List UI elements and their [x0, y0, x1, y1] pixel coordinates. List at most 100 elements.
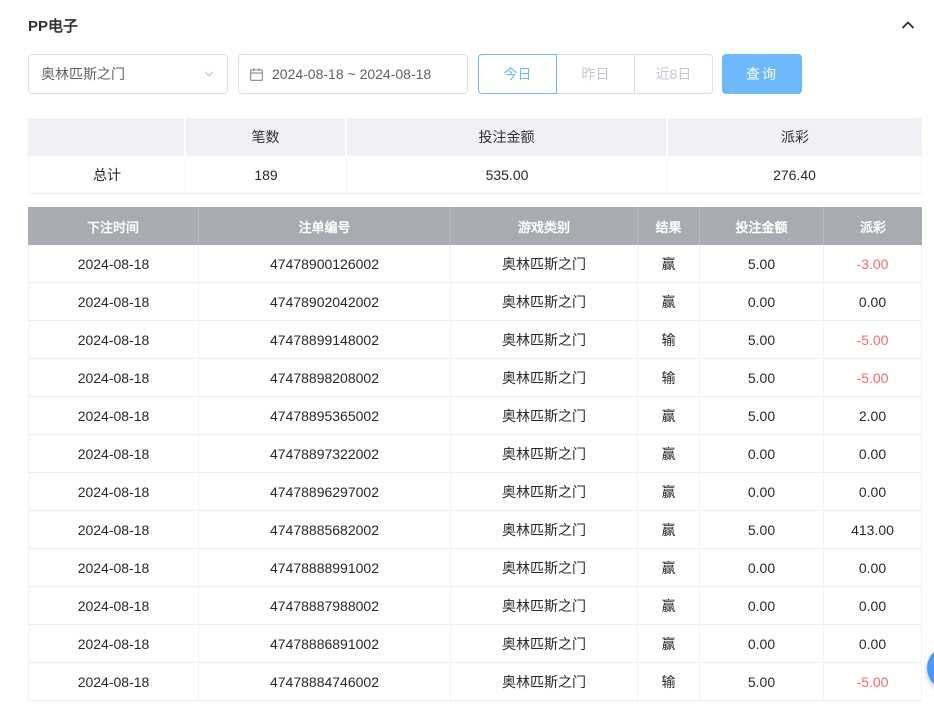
- bet-header-payout: 派彩: [824, 207, 922, 245]
- result-cell: 赢: [638, 473, 700, 511]
- summary-total-count: 189: [186, 156, 347, 194]
- payout-cell: -5.00: [824, 663, 922, 701]
- game-type-cell: 奥林匹斯之门: [451, 245, 638, 283]
- game-type-cell: 奥林匹斯之门: [451, 321, 638, 359]
- bet-table-row: 2024-08-1847478902042002奥林匹斯之门赢0.000.00: [28, 283, 922, 321]
- bet-header-bet-amount: 投注金额: [700, 207, 824, 245]
- bet-table-row: 2024-08-1847478897322002奥林匹斯之门赢0.000.00: [28, 435, 922, 473]
- bet-time-cell: 2024-08-18: [28, 245, 199, 283]
- bet-time-cell: 2024-08-18: [28, 587, 199, 625]
- game-type-cell: 奥林匹斯之门: [451, 511, 638, 549]
- bet-amount-cell: 0.00: [700, 625, 824, 663]
- pp-games-panel: PP电子 奥林匹斯之门: [0, 0, 934, 701]
- bet-amount-cell: 5.00: [700, 245, 824, 283]
- payout-cell: 0.00: [824, 587, 922, 625]
- game-type-cell: 奥林匹斯之门: [451, 587, 638, 625]
- game-type-cell: 奥林匹斯之门: [451, 473, 638, 511]
- bet-header-game-type: 游戏类别: [451, 207, 638, 245]
- quick-filter-group: 今日 昨日 近8日: [478, 54, 713, 94]
- bet-time-cell: 2024-08-18: [28, 435, 199, 473]
- result-cell: 赢: [638, 435, 700, 473]
- result-cell: 赢: [638, 625, 700, 663]
- bet-table-body: 2024-08-1847478900126002奥林匹斯之门赢5.00-3.00…: [28, 245, 922, 701]
- result-cell: 输: [638, 359, 700, 397]
- result-cell: 赢: [638, 283, 700, 321]
- payout-cell: 0.00: [824, 283, 922, 321]
- game-type-cell: 奥林匹斯之门: [451, 283, 638, 321]
- game-type-cell: 奥林匹斯之门: [451, 397, 638, 435]
- bet-table-row: 2024-08-1847478885682002奥林匹斯之门赢5.00413.0…: [28, 511, 922, 549]
- game-type-cell: 奥林匹斯之门: [451, 359, 638, 397]
- bet-table-header-row: 下注时间 注单编号 游戏类别 结果 投注金额 派彩: [28, 207, 922, 245]
- summary-table: 笔数 投注金额 派彩 总计 189 535.00 276.40: [28, 118, 922, 194]
- panel-header: PP电子: [28, 14, 922, 36]
- bet-time-cell: 2024-08-18: [28, 511, 199, 549]
- calendar-icon: [249, 67, 264, 82]
- result-cell: 输: [638, 663, 700, 701]
- game-type-cell: 奥林匹斯之门: [451, 663, 638, 701]
- chevron-up-icon[interactable]: [900, 17, 916, 33]
- bet-amount-cell: 0.00: [700, 473, 824, 511]
- bet-id-cell: 47478886891002: [199, 625, 451, 663]
- summary-total-row: 总计 189 535.00 276.40: [28, 156, 922, 194]
- payout-cell: 2.00: [824, 397, 922, 435]
- quick-filter-recent8days[interactable]: 近8日: [634, 54, 713, 94]
- summary-header-bet-amount: 投注金额: [347, 118, 668, 156]
- summary-total-bet-amount: 535.00: [347, 156, 668, 194]
- summary-header-payout: 派彩: [668, 118, 922, 156]
- bet-id-cell: 47478885682002: [199, 511, 451, 549]
- bet-id-cell: 47478898208002: [199, 359, 451, 397]
- payout-cell: -5.00: [824, 321, 922, 359]
- bet-amount-cell: 5.00: [700, 663, 824, 701]
- bet-id-cell: 47478902042002: [199, 283, 451, 321]
- bet-id-cell: 47478888991002: [199, 549, 451, 587]
- bet-table-row: 2024-08-1847478898208002奥林匹斯之门输5.00-5.00: [28, 359, 922, 397]
- bet-time-cell: 2024-08-18: [28, 321, 199, 359]
- game-select-value: 奥林匹斯之门: [41, 64, 125, 84]
- bet-time-cell: 2024-08-18: [28, 397, 199, 435]
- bet-amount-cell: 0.00: [700, 283, 824, 321]
- query-button[interactable]: 查询: [722, 54, 802, 94]
- quick-filter-yesterday[interactable]: 昨日: [556, 54, 635, 94]
- result-cell: 赢: [638, 245, 700, 283]
- result-cell: 赢: [638, 397, 700, 435]
- bet-id-cell: 47478896297002: [199, 473, 451, 511]
- bet-header-result: 结果: [638, 207, 700, 245]
- game-type-cell: 奥林匹斯之门: [451, 549, 638, 587]
- bet-table-row: 2024-08-1847478896297002奥林匹斯之门赢0.000.00: [28, 473, 922, 511]
- bet-table-row: 2024-08-1847478895365002奥林匹斯之门赢5.002.00: [28, 397, 922, 435]
- payout-cell: 0.00: [824, 473, 922, 511]
- date-range-input[interactable]: 2024-08-18 ~ 2024-08-18: [238, 54, 468, 94]
- bet-id-cell: 47478895365002: [199, 397, 451, 435]
- game-type-cell: 奥林匹斯之门: [451, 435, 638, 473]
- result-cell: 输: [638, 321, 700, 359]
- payout-cell: -3.00: [824, 245, 922, 283]
- result-cell: 赢: [638, 587, 700, 625]
- summary-header-blank: [28, 118, 186, 156]
- bet-id-cell: 47478887988002: [199, 587, 451, 625]
- date-range-value: 2024-08-18 ~ 2024-08-18: [272, 66, 431, 82]
- bet-table-row: 2024-08-1847478899148002奥林匹斯之门输5.00-5.00: [28, 321, 922, 359]
- bet-amount-cell: 5.00: [700, 511, 824, 549]
- bet-amount-cell: 5.00: [700, 359, 824, 397]
- bet-time-cell: 2024-08-18: [28, 359, 199, 397]
- payout-cell: 0.00: [824, 549, 922, 587]
- payout-cell: 413.00: [824, 511, 922, 549]
- bet-id-cell: 47478897322002: [199, 435, 451, 473]
- game-select[interactable]: 奥林匹斯之门: [28, 54, 228, 94]
- bet-header-id: 注单编号: [199, 207, 451, 245]
- result-cell: 赢: [638, 511, 700, 549]
- bet-amount-cell: 5.00: [700, 321, 824, 359]
- summary-total-label: 总计: [28, 156, 186, 194]
- bet-amount-cell: 0.00: [700, 435, 824, 473]
- bet-time-cell: 2024-08-18: [28, 549, 199, 587]
- bet-table-row: 2024-08-1847478887988002奥林匹斯之门赢0.000.00: [28, 587, 922, 625]
- bet-table-row: 2024-08-1847478900126002奥林匹斯之门赢5.00-3.00: [28, 245, 922, 283]
- bet-table-row: 2024-08-1847478884746002奥林匹斯之门输5.00-5.00: [28, 663, 922, 701]
- chevron-down-icon: [203, 68, 215, 80]
- bet-amount-cell: 5.00: [700, 397, 824, 435]
- payout-cell: -5.00: [824, 359, 922, 397]
- bet-id-cell: 47478900126002: [199, 245, 451, 283]
- quick-filter-today[interactable]: 今日: [478, 54, 557, 94]
- payout-cell: 0.00: [824, 625, 922, 663]
